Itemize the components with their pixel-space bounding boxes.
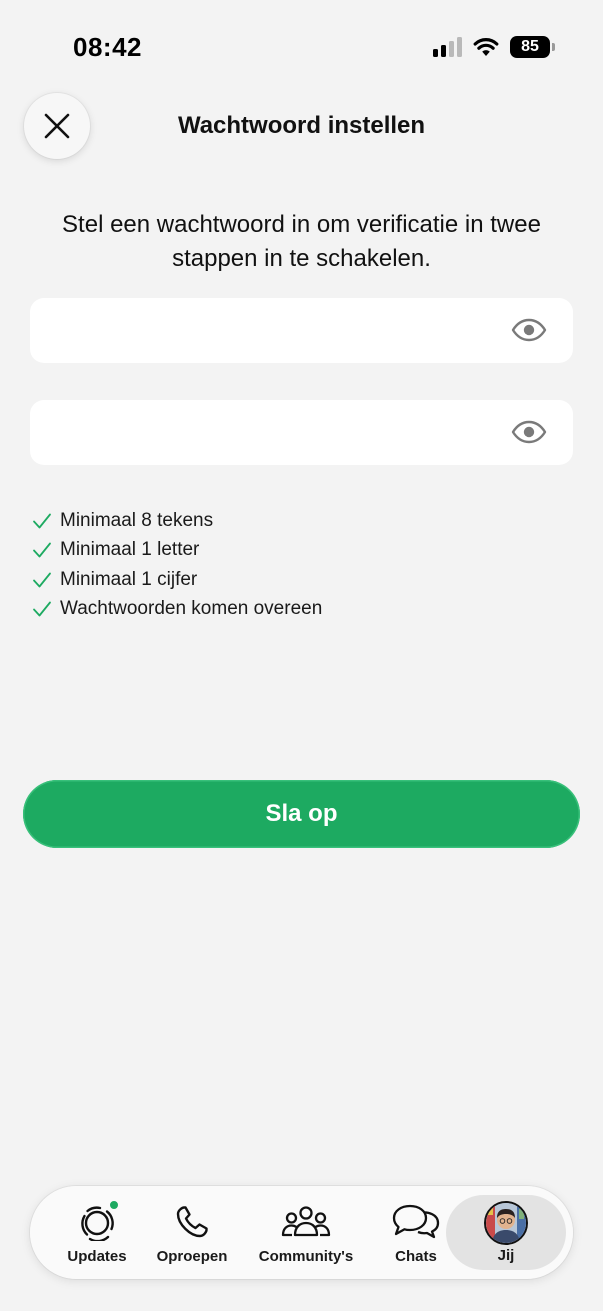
password-field[interactable] bbox=[30, 298, 573, 363]
update-badge bbox=[109, 1200, 119, 1210]
phone-icon bbox=[176, 1206, 208, 1238]
tab-bar: Updates Oproepen Community's Chats Jij bbox=[30, 1186, 573, 1279]
password-input[interactable] bbox=[48, 298, 498, 363]
battery-icon: 85 bbox=[510, 36, 555, 58]
requirement-item: Minimaal 8 tekens bbox=[32, 506, 322, 536]
eye-icon[interactable] bbox=[511, 318, 547, 342]
status-icons: 85 bbox=[433, 36, 555, 58]
tab-jij[interactable]: Jij bbox=[446, 1195, 566, 1270]
check-icon bbox=[33, 601, 51, 617]
wifi-icon bbox=[473, 38, 499, 56]
tab-communitys[interactable]: Community's bbox=[252, 1186, 360, 1279]
confirm-password-field[interactable] bbox=[30, 400, 573, 465]
eye-icon[interactable] bbox=[511, 420, 547, 444]
check-icon bbox=[33, 513, 51, 529]
check-icon bbox=[33, 542, 51, 558]
status-time: 08:42 bbox=[73, 32, 142, 62]
requirement-item: Minimaal 1 cijfer bbox=[32, 565, 322, 595]
tab-label: Chats bbox=[395, 1248, 437, 1265]
battery-level: 85 bbox=[510, 36, 550, 58]
requirement-label: Wachtwoorden komen overeen bbox=[60, 598, 323, 620]
tab-label: Community's bbox=[258, 1248, 354, 1265]
tab-oproepen[interactable]: Oproepen bbox=[150, 1186, 234, 1279]
requirement-label: Minimaal 1 letter bbox=[60, 539, 200, 561]
check-icon bbox=[33, 572, 51, 588]
confirm-password-input[interactable] bbox=[48, 400, 498, 465]
tab-chats[interactable]: Chats bbox=[378, 1186, 454, 1279]
tab-label: Jij bbox=[497, 1247, 515, 1264]
requirement-item: Wachtwoorden komen overeen bbox=[32, 595, 322, 625]
page-title: Wachtwoord instellen bbox=[177, 112, 426, 139]
tab-label: Updates bbox=[67, 1248, 127, 1265]
password-requirements: Minimaal 8 tekens Minimaal 1 letter Mini… bbox=[32, 506, 322, 624]
requirement-label: Minimaal 8 tekens bbox=[60, 509, 214, 531]
requirement-item: Minimaal 1 letter bbox=[32, 536, 322, 566]
tab-updates[interactable]: Updates bbox=[60, 1186, 134, 1279]
save-button[interactable]: Sla op bbox=[23, 780, 580, 848]
tab-label: Oproepen bbox=[156, 1248, 228, 1265]
status-bar: 08:42 85 bbox=[0, 0, 603, 96]
signal-icon bbox=[433, 37, 462, 57]
requirement-label: Minimaal 1 cijfer bbox=[60, 568, 198, 590]
chats-icon bbox=[392, 1204, 440, 1239]
avatar bbox=[484, 1201, 528, 1245]
community-icon bbox=[281, 1206, 331, 1237]
intro-text: Stel een wachtwoord in om verificatie in… bbox=[62, 211, 541, 272]
